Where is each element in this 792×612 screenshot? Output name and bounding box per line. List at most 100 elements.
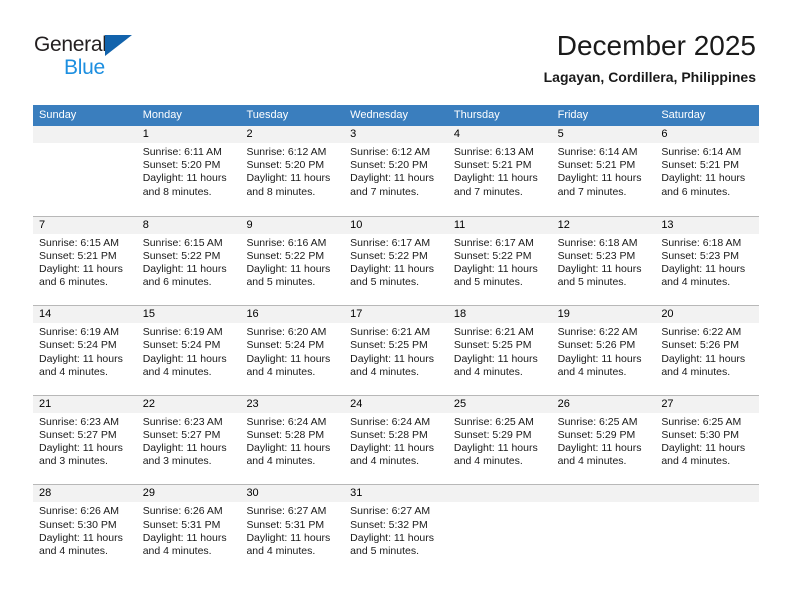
day-details: Sunrise: 6:16 AM Sunset: 5:22 PM Daylight:… xyxy=(240,234,344,290)
day-detail-line: Daylight: 11 hours xyxy=(39,531,123,544)
day-detail-line: Daylight: 11 hours xyxy=(350,352,435,365)
page-header: General Blue December 2025 Lagayan, Cord… xyxy=(0,0,792,104)
day-cell[interactable]: 24 Sunrise: 6:24 AM Sunset: 5:28 PM Dayligh… xyxy=(344,395,448,485)
day-number: 20 xyxy=(661,308,674,321)
day-number: 25 xyxy=(453,397,467,410)
day-detail-line: Sunset: 5:28 PM xyxy=(350,428,428,441)
day-details: Sunrise: 6:27 AM Sunset: 5:32 PM Daylight:… xyxy=(344,502,448,558)
day-cell[interactable]: 26 Sunrise: 6:25 AM Sunset: 5:29 PM Dayligh… xyxy=(551,395,656,485)
day-cell[interactable]: 31 Sunrise: 6:27 AM Sunset: 5:32 PM Dayligh… xyxy=(344,485,448,574)
day-number: 18 xyxy=(453,308,467,321)
day-detail-line: Sunset: 5:29 PM xyxy=(557,428,636,441)
day-cell[interactable]: 10 Sunrise: 6:17 AM Sunset: 5:22 PM Dayligh… xyxy=(344,216,448,306)
day-detail-line: and 4 minutes. xyxy=(453,455,523,468)
day-cell[interactable]: 4 Sunrise: 6:13 AM Sunset: 5:21 PM Daylight… xyxy=(447,126,552,216)
day-cell[interactable]: 18 Sunrise: 6:21 AM Sunset: 5:25 PM Dayligh… xyxy=(447,306,552,395)
day-detail-line: Sunset: 5:32 PM xyxy=(350,518,428,531)
day-detail-line: Daylight: 11 hours xyxy=(350,172,435,185)
day-cell[interactable]: 27 Sunrise: 6:25 AM Sunset: 5:30 PM Dayligh… xyxy=(655,395,760,485)
day-details: Sunrise: 6:21 AM Sunset: 5:25 PM Daylight:… xyxy=(448,323,552,379)
day-details: Sunrise: 6:22 AM Sunset: 5:26 PM Daylight:… xyxy=(552,323,656,379)
day-cell[interactable]: 11 Sunrise: 6:17 AM Sunset: 5:22 PM Dayligh… xyxy=(447,216,552,306)
day-cell[interactable]: 23 Sunrise: 6:24 AM Sunset: 5:28 PM Dayligh… xyxy=(240,395,345,485)
day-detail-line: Sunrise: 6:17 AM xyxy=(453,236,534,249)
day-detail-line: Daylight: 11 hours xyxy=(350,531,435,544)
day-cell[interactable]: 9 Sunrise: 6:16 AM Sunset: 5:22 PM Daylight… xyxy=(240,216,345,306)
day-detail-line: Sunrise: 6:12 AM xyxy=(350,146,431,158)
day-details: Sunrise: 6:17 AM Sunset: 5:22 PM Daylight:… xyxy=(448,234,552,290)
weekday-header-tuesday: Tuesday xyxy=(246,109,289,121)
day-detail-line: Daylight: 11 hours xyxy=(661,352,746,365)
day-cell[interactable]: 7 Sunrise: 6:15 AM Sunset: 5:21 PM Daylight… xyxy=(33,216,137,306)
day-cell[interactable]: 30 Sunrise: 6:27 AM Sunset: 5:31 PM Dayligh… xyxy=(240,485,345,574)
day-cell[interactable]: 19 Sunrise: 6:22 AM Sunset: 5:26 PM Dayligh… xyxy=(551,306,656,395)
day-cell[interactable]: 16 Sunrise: 6:20 AM Sunset: 5:24 PM Dayligh… xyxy=(240,306,345,395)
day-cell[interactable]: 21 Sunrise: 6:23 AM Sunset: 5:27 PM Dayligh… xyxy=(33,395,137,485)
day-detail-line: Sunset: 5:20 PM xyxy=(246,159,325,172)
day-cell[interactable]: 12 Sunrise: 6:18 AM Sunset: 5:23 PM Dayligh… xyxy=(551,216,656,306)
day-cell[interactable]: 25 Sunrise: 6:25 AM Sunset: 5:29 PM Dayligh… xyxy=(447,395,552,485)
day-detail-line: Daylight: 11 hours xyxy=(557,172,642,185)
day-cell[interactable]: 14 Sunrise: 6:19 AM Sunset: 5:24 PM Dayligh… xyxy=(33,306,137,395)
day-number: 19 xyxy=(557,308,570,321)
day-detail-line: Sunset: 5:26 PM xyxy=(557,339,636,352)
day-detail-line: and 5 minutes. xyxy=(453,276,523,289)
day-cell[interactable]: 22 Sunrise: 6:23 AM Sunset: 5:27 PM Dayligh… xyxy=(136,395,241,485)
day-detail-line: Sunrise: 6:21 AM xyxy=(350,326,431,339)
day-detail-line: Sunrise: 6:27 AM xyxy=(246,505,327,518)
day-cell[interactable]: 8 Sunrise: 6:15 AM Sunset: 5:22 PM Daylight… xyxy=(136,216,241,306)
day-cell-empty xyxy=(551,485,656,574)
day-cell[interactable]: 1 Sunrise: 6:11 AM Sunset: 5:20 PM Daylight… xyxy=(136,126,241,216)
day-cell[interactable]: 17 Sunrise: 6:21 AM Sunset: 5:25 PM Dayligh… xyxy=(344,306,448,395)
day-detail-line: Sunset: 5:27 PM xyxy=(39,428,117,441)
day-detail-line: Daylight: 11 hours xyxy=(661,172,746,185)
day-detail-line: Sunrise: 6:14 AM xyxy=(557,146,638,158)
logo-text-blue: Blue xyxy=(64,56,105,79)
day-detail-line: Sunrise: 6:25 AM xyxy=(557,415,638,428)
day-details: Sunrise: 6:25 AM Sunset: 5:29 PM Daylight:… xyxy=(448,413,552,469)
week-rows: 1 Sunrise: 6:11 AM Sunset: 5:20 PM Daylight… xyxy=(33,126,760,574)
day-detail-line: Daylight: 11 hours xyxy=(661,263,746,275)
day-cell-empty xyxy=(447,485,552,574)
day-detail-line: Daylight: 11 hours xyxy=(39,442,123,455)
generalblue-logo[interactable]: General Blue xyxy=(34,33,154,83)
day-details: Sunrise: 6:15 AM Sunset: 5:21 PM Daylight:… xyxy=(33,234,137,290)
day-number-band: 27 xyxy=(655,395,760,413)
day-number: 1 xyxy=(142,128,149,140)
day-detail-line: Sunset: 5:22 PM xyxy=(453,249,532,262)
day-cell[interactable]: 2 Sunrise: 6:12 AM Sunset: 5:20 PM Daylight… xyxy=(240,126,345,216)
day-detail-line: Sunset: 5:25 PM xyxy=(350,339,428,352)
day-number: 14 xyxy=(39,308,52,321)
day-number: 9 xyxy=(246,218,253,231)
day-cell[interactable]: 15 Sunrise: 6:19 AM Sunset: 5:24 PM Dayligh… xyxy=(136,306,241,395)
day-cell[interactable]: 6 Sunrise: 6:14 AM Sunset: 5:21 PM Daylight… xyxy=(655,126,760,216)
day-number: 3 xyxy=(350,128,357,140)
day-detail-line: Sunrise: 6:12 AM xyxy=(246,146,327,158)
day-number: 21 xyxy=(39,397,52,410)
weekday-header-friday: Friday xyxy=(557,109,589,121)
day-detail-line: and 4 minutes. xyxy=(661,455,731,468)
day-cell[interactable]: 5 Sunrise: 6:14 AM Sunset: 5:21 PM Daylight… xyxy=(551,126,656,216)
day-number-band: 28 xyxy=(33,485,137,503)
logo-text-general: General xyxy=(34,33,107,56)
day-number-band: 3 xyxy=(344,126,448,143)
day-details: Sunrise: 6:14 AM Sunset: 5:21 PM Daylight:… xyxy=(552,143,656,199)
day-number-band xyxy=(551,485,656,503)
day-detail-line: Sunrise: 6:23 AM xyxy=(39,415,119,428)
day-number-band xyxy=(33,126,137,143)
day-detail-line: Daylight: 11 hours xyxy=(453,352,538,365)
day-detail-line: Daylight: 11 hours xyxy=(350,442,435,455)
day-detail-line: and 3 minutes. xyxy=(142,455,212,468)
day-cell[interactable]: 20 Sunrise: 6:22 AM Sunset: 5:26 PM Dayligh… xyxy=(655,306,760,395)
week-row: 7 Sunrise: 6:15 AM Sunset: 5:21 PM Daylight… xyxy=(33,215,760,306)
day-number: 28 xyxy=(39,487,52,500)
day-cell[interactable]: 29 Sunrise: 6:26 AM Sunset: 5:31 PM Dayligh… xyxy=(136,485,241,574)
day-cell[interactable]: 28 Sunrise: 6:26 AM Sunset: 5:30 PM Dayligh… xyxy=(33,485,137,574)
day-number: 23 xyxy=(246,397,259,410)
day-cell[interactable]: 13 Sunrise: 6:18 AM Sunset: 5:23 PM Dayligh… xyxy=(655,216,760,306)
day-detail-line: and 5 minutes. xyxy=(350,276,420,289)
day-number: 30 xyxy=(246,487,259,500)
day-cell[interactable]: 3 Sunrise: 6:12 AM Sunset: 5:20 PM Daylight… xyxy=(344,126,448,216)
day-detail-line: Sunrise: 6:19 AM xyxy=(39,326,119,339)
day-number-band xyxy=(655,485,760,503)
